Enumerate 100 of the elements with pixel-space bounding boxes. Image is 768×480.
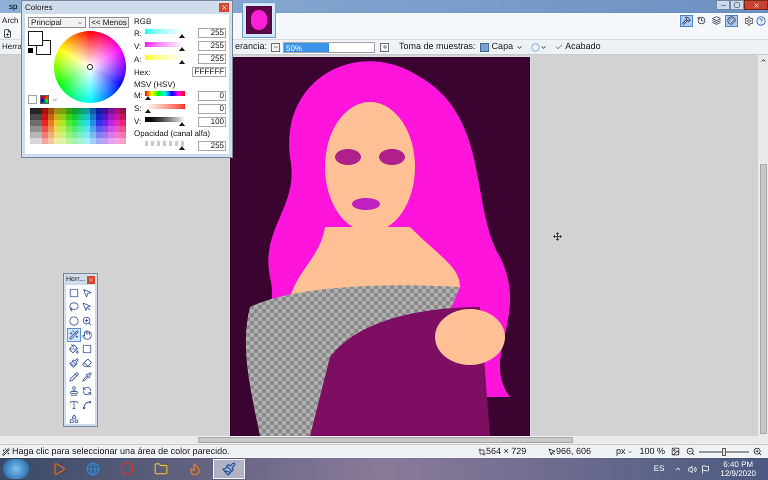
layers-toggle[interactable] — [710, 14, 723, 26]
speaker-icon[interactable] — [688, 464, 698, 474]
new-file-icon[interactable] — [3, 29, 12, 38]
selection-mode-dropdown[interactable] — [531, 42, 548, 52]
flag-icon[interactable] — [701, 464, 710, 474]
close-button[interactable] — [87, 276, 95, 284]
image-size: 564 × 729 — [486, 444, 528, 458]
tool-button[interactable] — [80, 370, 94, 384]
hex-field[interactable]: FFFFFF — [192, 67, 226, 78]
scroll-thumb[interactable] — [198, 437, 573, 443]
slider-thumb[interactable] — [179, 60, 185, 64]
sampling-dropdown[interactable]: Capa — [480, 40, 524, 54]
number-field[interactable]: 0 — [198, 90, 226, 101]
unit-dropdown[interactable]: px — [616, 444, 634, 458]
tool-button[interactable] — [67, 370, 80, 384]
number-field[interactable]: 100 — [198, 116, 226, 127]
settings-icon[interactable] — [744, 16, 754, 26]
slider-thumb[interactable] — [145, 96, 151, 100]
slider-thumb[interactable] — [179, 122, 185, 126]
tool-button[interactable] — [80, 342, 94, 356]
stamp-icon — [68, 386, 79, 396]
slider-thumb[interactable] — [145, 109, 151, 114]
decrease-button[interactable] — [271, 42, 280, 52]
eyedropper-icon — [82, 372, 92, 382]
vertical-scrollbar[interactable] — [758, 55, 768, 436]
close-button[interactable] — [744, 0, 768, 10]
add-color-icon[interactable] — [28, 95, 37, 104]
tool-button[interactable] — [80, 314, 94, 328]
color-palette-drawing[interactable] — [28, 108, 128, 144]
zoom-slider[interactable] — [699, 447, 749, 456]
close-icon — [752, 2, 760, 8]
color-swatches-drawing[interactable] — [28, 31, 52, 57]
history-icon — [697, 16, 706, 25]
color-slider[interactable] — [145, 141, 185, 150]
color-slider[interactable] — [145, 104, 185, 114]
tool-button[interactable] — [67, 412, 80, 426]
menu-item[interactable]: Arch — [2, 14, 18, 26]
tool-button[interactable] — [67, 356, 80, 370]
tool-button[interactable] — [80, 384, 94, 398]
color-slider[interactable] — [145, 42, 185, 51]
scroll-up-icon[interactable] — [760, 57, 766, 64]
channel-label: S: — [134, 104, 143, 114]
history-toggle[interactable] — [695, 14, 708, 26]
less-button[interactable]: << Menos — [89, 17, 129, 28]
selection-size-icon — [478, 448, 486, 456]
number-field[interactable]: 255 — [198, 54, 226, 64]
channel-label: R: — [134, 28, 143, 38]
tool-button[interactable] — [80, 328, 94, 342]
color-slider[interactable] — [145, 117, 185, 126]
zoom-in-icon[interactable] — [753, 447, 762, 456]
color-slider[interactable] — [145, 54, 185, 64]
maximize-button[interactable] — [730, 0, 744, 10]
image-thumbnail[interactable] — [242, 2, 276, 38]
horizontal-scrollbar[interactable] — [0, 436, 768, 444]
tool-button[interactable] — [67, 328, 80, 342]
tool-button[interactable] — [80, 398, 94, 412]
increase-button[interactable] — [380, 42, 390, 52]
number-field[interactable]: 0 — [198, 104, 226, 114]
palette-menu-icon[interactable] — [40, 95, 49, 104]
hammer-toggle[interactable] — [680, 14, 693, 26]
palette-icon — [727, 16, 736, 25]
tool-button[interactable] — [67, 286, 80, 300]
scroll-thumb[interactable] — [760, 164, 766, 434]
taskbar-app-button[interactable] — [213, 459, 245, 479]
palette-toggle[interactable] — [725, 14, 738, 26]
zoom-icon — [82, 316, 92, 326]
number-field[interactable]: 255 — [198, 28, 226, 38]
channel-label: V: — [134, 42, 142, 51]
finish-button[interactable]: Acabado — [555, 40, 601, 54]
check-icon — [555, 43, 564, 51]
section-heading: RGB — [134, 17, 152, 26]
palette-dropdown[interactable]: Principal — [28, 17, 86, 28]
caret-icon[interactable] — [52, 96, 58, 102]
start-button[interactable] — [3, 459, 29, 479]
slider-thumb[interactable] — [179, 146, 185, 150]
tray-expand-icon[interactable] — [674, 465, 682, 473]
flame-icon — [188, 462, 202, 476]
language-indicator[interactable]: ES — [654, 463, 664, 475]
help-icon[interactable] — [756, 16, 766, 26]
paintbrush-icon — [222, 462, 236, 476]
globe-icon — [86, 462, 100, 476]
square-select-icon — [68, 288, 79, 298]
curve-icon — [82, 400, 92, 410]
move-cursor-icon — [553, 232, 562, 241]
tool-button[interactable] — [67, 300, 80, 314]
tool-button[interactable] — [67, 342, 80, 356]
number-field[interactable]: 255 — [198, 41, 226, 52]
picture-icon[interactable] — [671, 447, 680, 456]
zoom-out-icon[interactable] — [686, 447, 695, 456]
slider-thumb[interactable] — [179, 34, 185, 38]
color-slider[interactable] — [145, 28, 185, 38]
slider-thumb[interactable] — [179, 46, 185, 51]
caret-icon — [540, 44, 548, 50]
number-field[interactable]: 255 — [198, 140, 226, 151]
clock[interactable]: 6:40 PM 12/9/2020 — [720, 460, 756, 478]
slider-thumb[interactable] — [722, 448, 726, 456]
tool-button[interactable] — [80, 356, 94, 370]
tool-button[interactable] — [67, 314, 80, 328]
color-slider[interactable] — [145, 91, 185, 100]
close-button[interactable] — [219, 3, 229, 12]
